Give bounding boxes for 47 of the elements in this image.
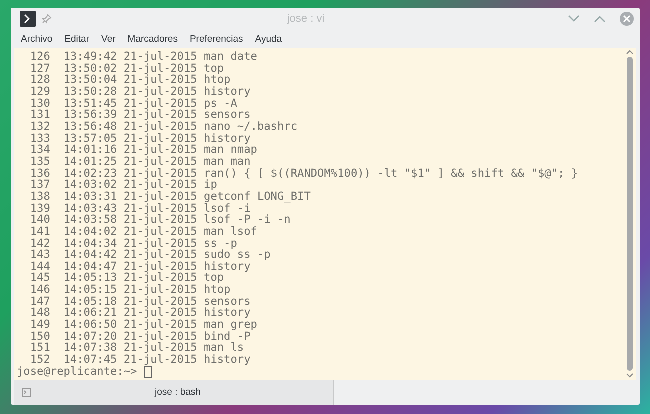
pin-icon[interactable] xyxy=(42,14,52,24)
menu-item[interactable]: Editar xyxy=(64,34,90,44)
terminal-line: 150 14:07:20 21-jul-2015 bind -P xyxy=(29,330,251,342)
terminal-line: 131 13:56:39 21-jul-2015 sensors xyxy=(29,109,251,121)
maximize-icon[interactable] xyxy=(594,15,606,23)
terminal-line: 129 13:50:28 21-jul-2015 history xyxy=(29,86,251,98)
scrollbar[interactable] xyxy=(624,48,636,380)
terminal-line: 132 13:56:48 21-jul-2015 nano ~/.bashrc xyxy=(29,120,298,133)
menu-item[interactable]: Marcadores xyxy=(128,34,178,44)
terminal-line: 137 14:03:02 21-jul-2015 ip xyxy=(29,179,218,191)
terminal-line: 134 14:01:16 21-jul-2015 man nmap xyxy=(29,144,258,156)
shell-prompt: jose@replicante:~> xyxy=(17,366,138,378)
text-cursor xyxy=(144,366,152,378)
scrollbar-thumb[interactable] xyxy=(627,57,633,371)
terminal-line: 139 14:03:43 21-jul-2015 lsof -i xyxy=(29,202,251,214)
terminal-line: 138 14:03:31 21-jul-2015 getconf LONG_BIT xyxy=(29,190,311,203)
terminal-line: 127 13:50:02 21-jul-2015 top xyxy=(29,62,224,74)
minimize-icon[interactable] xyxy=(568,15,580,23)
window-title: jose : vi xyxy=(286,13,326,25)
terminal-line: 145 14:05:13 21-jul-2015 top xyxy=(29,272,224,284)
terminal-line: 149 14:06:50 21-jul-2015 man grep xyxy=(29,319,258,331)
menu-item[interactable]: Preferencias xyxy=(190,34,244,44)
terminal-line: 151 14:07:38 21-jul-2015 man ls xyxy=(29,342,244,354)
terminal-line: 140 14:03:58 21-jul-2015 lsof -P -i -n xyxy=(29,214,291,226)
terminal-line: 130 13:51:45 21-jul-2015 ps -A xyxy=(29,98,238,110)
terminal-line: 146 14:05:15 21-jul-2015 htop xyxy=(29,284,231,296)
terminal-line: 147 14:05:18 21-jul-2015 sensors xyxy=(29,296,251,308)
terminal-icon xyxy=(22,388,31,397)
scroll-down-icon[interactable] xyxy=(626,373,634,378)
terminal-line: 152 14:07:45 21-jul-2015 history xyxy=(29,354,251,366)
terminal-line: 148 14:06:21 21-jul-2015 history xyxy=(29,307,251,320)
terminal-line: 144 14:04:47 21-jul-2015 history xyxy=(29,260,251,272)
close-icon[interactable] xyxy=(620,12,634,26)
terminal-line: 126 13:49:42 21-jul-2015 man date xyxy=(29,51,258,63)
menu-item[interactable]: Archivo xyxy=(21,34,53,44)
terminal-line: 135 14:01:25 21-jul-2015 man man xyxy=(29,156,251,168)
terminal-line: 133 13:57:05 21-jul-2015 history xyxy=(29,132,251,144)
scroll-up-icon[interactable] xyxy=(626,50,634,55)
terminal-line: 143 14:04:42 21-jul-2015 sudo ss -p xyxy=(29,249,271,261)
terminal-line: 136 14:02:23 21-jul-2015 ran() { [ $((RANDOM%100)) -lt "$1" ] && shift && "$@"; } xyxy=(29,168,578,180)
menu-item[interactable]: Ayuda xyxy=(255,34,282,44)
terminal-icon xyxy=(20,11,36,27)
menu-item[interactable]: Ver xyxy=(102,34,116,44)
terminal-line: 142 14:04:34 21-jul-2015 ss -p xyxy=(29,238,238,250)
terminal-tab[interactable]: jose : bash xyxy=(14,380,334,405)
terminal-line: 128 13:50:04 21-jul-2015 htop xyxy=(29,74,231,86)
terminal-line: 141 14:04:02 21-jul-2015 man lsof xyxy=(29,226,258,238)
